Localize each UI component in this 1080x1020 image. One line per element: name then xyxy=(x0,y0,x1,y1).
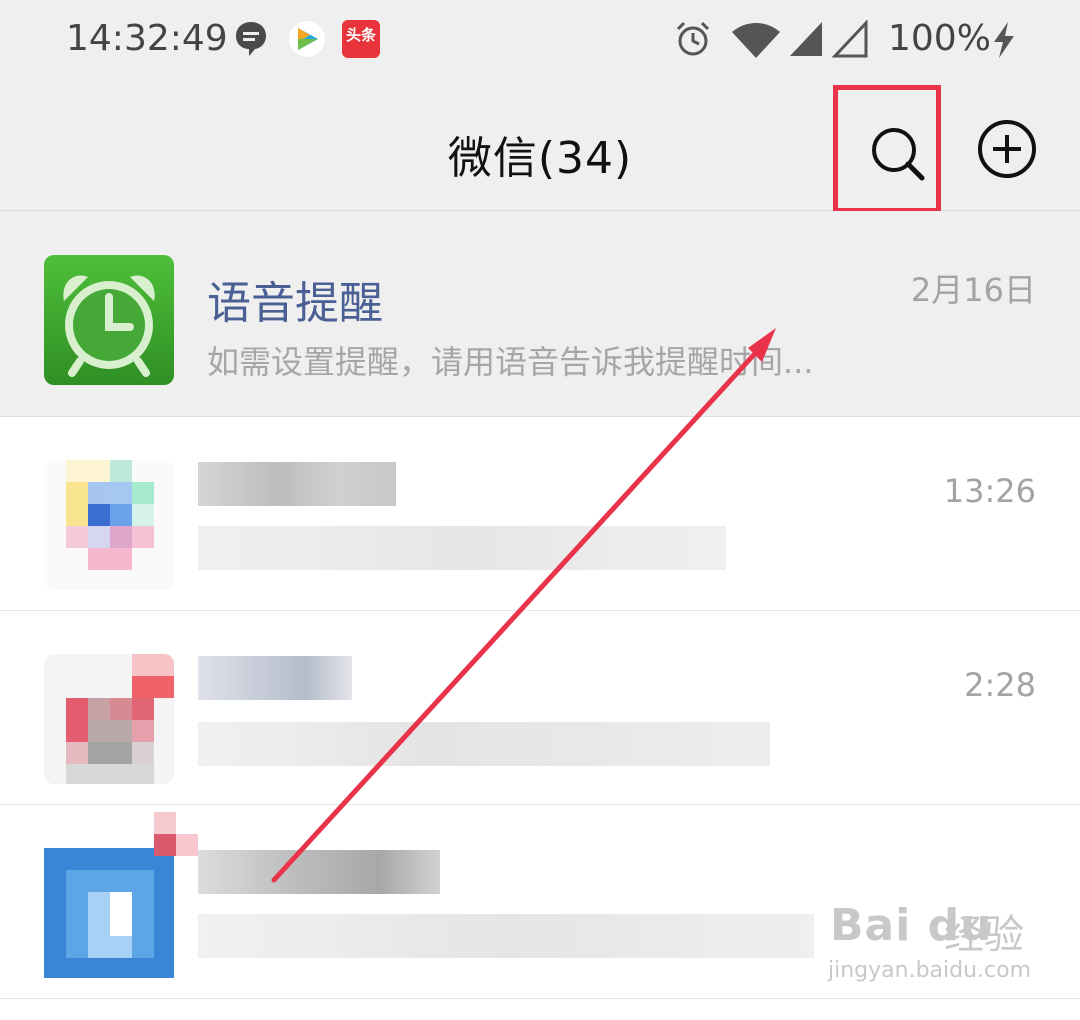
watermark-url: jingyan.baidu.com xyxy=(828,958,1032,983)
battery-percent: 100% xyxy=(888,18,991,59)
avatar xyxy=(44,460,174,590)
chat-row-voice-reminder[interactable]: 语音提醒 如需设置提醒，请用语音告诉我提醒时间... 2月16日 xyxy=(0,211,1080,417)
avatar xyxy=(44,654,174,784)
avatar xyxy=(44,848,174,978)
signal-empty-icon xyxy=(832,20,868,58)
chat-preview: 如需设置提醒，请用语音告诉我提醒时间... xyxy=(207,343,814,381)
chat-row-blurred-2[interactable]: 2:28 xyxy=(0,612,1080,805)
charging-icon xyxy=(994,22,1014,58)
baidu-watermark: Bai du 经验 jingyan.baidu.com xyxy=(826,900,1046,1000)
watermark-jingyan: 经验 xyxy=(944,912,1024,958)
chat-time: 2月16日 xyxy=(910,271,1036,309)
blurred-preview xyxy=(198,722,770,766)
search-highlight-box xyxy=(833,85,941,213)
avatar xyxy=(44,255,174,385)
alarm-clock-icon xyxy=(63,275,155,377)
blurred-name xyxy=(198,850,440,894)
blurred-name xyxy=(198,656,352,700)
plus-circle-icon[interactable] xyxy=(976,118,1038,180)
chat-row-blurred-1[interactable]: 13:26 xyxy=(0,418,1080,611)
blurred-preview xyxy=(198,914,814,958)
chat-time: 13:26 xyxy=(943,472,1036,510)
chat-name: 语音提醒 xyxy=(207,278,383,329)
chat-time: 2:28 xyxy=(964,666,1036,704)
wifi-icon xyxy=(732,23,780,58)
status-time: 14:32:49 xyxy=(66,18,228,59)
signal-icon xyxy=(790,22,822,56)
blurred-name xyxy=(198,462,396,506)
status-bar: 14:32:49 头条 100% xyxy=(0,0,1080,82)
unread-dot xyxy=(154,812,198,856)
message-bubble-icon xyxy=(236,22,266,56)
toutiao-badge-text: 头条 xyxy=(345,26,376,44)
blurred-preview xyxy=(198,526,726,570)
video-app-icon xyxy=(289,21,325,57)
toutiao-icon: 头条 xyxy=(342,20,380,58)
alarm-icon xyxy=(676,21,710,56)
